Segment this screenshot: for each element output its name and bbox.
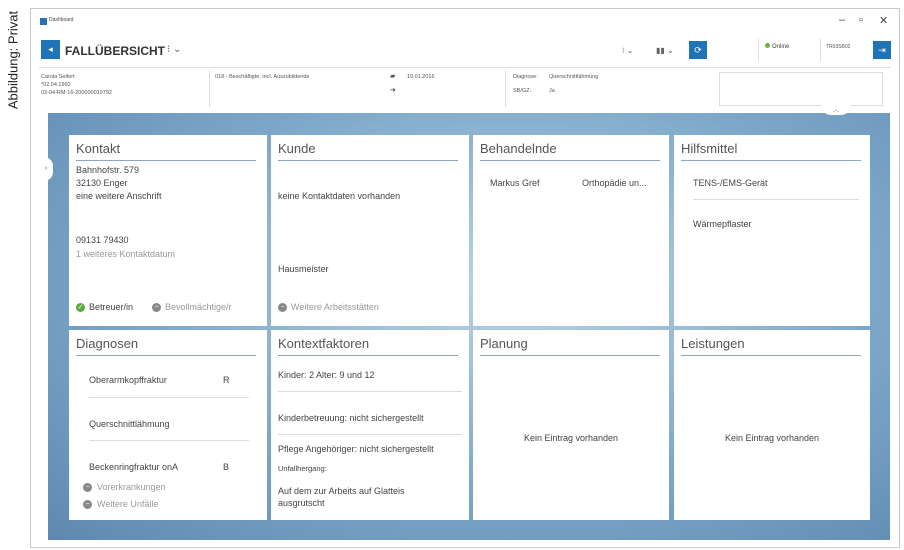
more-accidents-link[interactable]: Weitere Unfälle xyxy=(97,499,158,509)
accident-label: Unfallhergang: xyxy=(278,464,327,473)
patient-header: Carola Seifert *02.04.1992 03-04-RM-16-2… xyxy=(39,69,891,111)
minimize-icon[interactable]: – xyxy=(839,14,845,26)
care-info: Pflege Angehöriger: nicht sichergestellt xyxy=(278,444,434,454)
empty-state-text: Kein Eintrag vorhanden xyxy=(724,433,820,443)
minus-icon: − xyxy=(83,500,92,509)
doctor-name[interactable]: Markus Gref xyxy=(490,178,540,188)
toolbar: ◂ FALLÜBERSICHT ⁝ ⌄ ⁝ ⌄ ▮▮ ⌄ ⟳ Online TR… xyxy=(39,37,891,68)
online-dot-icon xyxy=(765,43,770,48)
app-icon xyxy=(40,18,47,25)
divider xyxy=(209,71,210,107)
divider xyxy=(76,160,256,161)
case-id: 03-04-RM-16-200000019792 xyxy=(41,90,112,96)
card-diagnosen[interactable]: Diagnosen Oberarmkopffraktur R Querschni… xyxy=(69,330,267,520)
minus-icon: − xyxy=(278,303,287,312)
card-title: Hilfsmittel xyxy=(681,141,738,156)
diagnosis-item: Beckenringfraktur onA xyxy=(89,462,179,472)
card-hilfsmittel[interactable]: Hilfsmittel TENS-/EMS-Gerät Wärmepflaste… xyxy=(674,135,870,326)
page-title: FALLÜBERSICHT xyxy=(65,44,165,58)
divider xyxy=(278,434,462,435)
betreuer-link[interactable]: Betreuer/in xyxy=(89,302,133,312)
divider xyxy=(89,397,249,398)
card-planung[interactable]: Planung Kein Eintrag vorhanden xyxy=(473,330,669,520)
list-item: TENS-/EMS-Gerät xyxy=(693,178,768,188)
back-button[interactable]: ◂ xyxy=(41,40,60,59)
more-contacts-link[interactable]: 1 weiteres Kontaktdatum xyxy=(76,249,175,259)
employment-status: 018 - Beschäftigte, incl. Auszubildende xyxy=(215,74,310,80)
sbv-value: Ja xyxy=(549,88,555,94)
divider xyxy=(278,391,462,392)
address-city: 32130 Enger xyxy=(76,178,128,188)
divider xyxy=(278,160,458,161)
library-menu-icon[interactable]: ▮▮ ⌄ xyxy=(656,46,674,55)
more-addresses-link[interactable]: eine weitere Anschrift xyxy=(76,191,162,201)
accident-text: Auf dem zur Arbeits auf Glatteis xyxy=(278,486,405,496)
divider xyxy=(480,160,660,161)
divider xyxy=(681,355,861,356)
divider xyxy=(681,160,861,161)
minus-icon: − xyxy=(152,303,161,312)
card-kontextfaktoren[interactable]: Kontextfaktoren Kinder: 2 Alter: 9 und 1… xyxy=(271,330,469,520)
patient-info: Carola Seifert *02.04.1992 03-04-RM-16-2… xyxy=(41,73,112,97)
card-title: Kunde xyxy=(278,141,316,156)
diagnosis-label: Diagnose: SB/GZ: xyxy=(513,74,538,94)
card-title: Planung xyxy=(480,336,528,351)
list-item: Wärmepflaster xyxy=(693,219,752,229)
photo-credit: Abbildung: Privat xyxy=(5,10,21,110)
patient-name: Carola Seifert xyxy=(41,74,75,80)
card-leistungen[interactable]: Leistungen Kein Eintrag vorhanden xyxy=(674,330,870,520)
more-workplaces-link[interactable]: Weitere Arbeitsstätten xyxy=(291,302,379,312)
logout-button[interactable]: ⇥ xyxy=(873,41,891,59)
more-menu-icon[interactable]: ⁝ ⌄ xyxy=(622,46,633,55)
minus-icon: − xyxy=(83,483,92,492)
diagnosis-side: R xyxy=(223,375,230,385)
no-contact-text: keine Kontaktdaten vorhanden xyxy=(278,191,401,201)
card-kunde[interactable]: Kunde keine Kontaktdaten vorhanden Hausm… xyxy=(271,135,469,326)
check-icon: ✓ xyxy=(76,303,85,312)
card-title: Leistungen xyxy=(681,336,745,351)
close-icon[interactable]: ✕ xyxy=(879,14,888,27)
empty-state-text: Kein Eintrag vorhanden xyxy=(523,433,619,443)
doctor-specialty: Orthopädie un... xyxy=(582,178,647,188)
card-title: Kontextfaktoren xyxy=(278,336,370,351)
divider xyxy=(76,355,256,356)
dashboard-area: Kontakt Bahnhofstr. 579 32130 Enger eine… xyxy=(48,113,890,540)
diagnosis-side: B xyxy=(223,462,230,472)
diagnosis-item: Querschnittlähmung xyxy=(89,419,170,429)
maximize-icon[interactable]: ▫ xyxy=(859,14,863,26)
children-info: Kinder: 2 Alter: 9 und 12 xyxy=(278,370,375,380)
title-bar: Dashboard – ▫ ✕ xyxy=(31,9,899,37)
accident-text: ausgrutscht xyxy=(278,498,325,508)
address-street: Bahnhofstr. 579 xyxy=(76,165,140,175)
accident-arrow-icon: ➜ xyxy=(390,87,396,94)
sbv-label: SB/GZ: xyxy=(513,88,532,94)
diagnosis-item: Oberarmkopffraktur xyxy=(89,375,167,385)
app-name: Dashboard xyxy=(49,17,74,23)
job-title: Hausmeister xyxy=(278,264,329,274)
user-id: TR03SB02 xyxy=(820,39,865,61)
divider xyxy=(480,355,660,356)
sync-button[interactable]: ⟳ xyxy=(689,41,707,59)
notes-field[interactable] xyxy=(719,72,883,106)
childcare-info: Kinderbetreuung: nicht sichergestellt xyxy=(278,413,424,423)
divider xyxy=(89,440,249,441)
divider xyxy=(693,199,859,200)
online-status: Online xyxy=(758,39,814,61)
divider xyxy=(505,71,506,107)
patient-birthdate: *02.04.1992 xyxy=(41,82,71,88)
card-kontakt[interactable]: Kontakt Bahnhofstr. 579 32130 Enger eine… xyxy=(69,135,267,326)
app-window: Dashboard – ▫ ✕ ◂ FALLÜBERSICHT ⁝ ⌄ ⁝ ⌄ … xyxy=(30,8,900,548)
divider xyxy=(278,355,458,356)
bevollmaechtigte-link[interactable]: Bevollmächtige/r xyxy=(165,302,232,312)
calendar-icon: ▰ xyxy=(390,73,396,80)
title-menu-icon[interactable]: ⁝ ⌄ xyxy=(167,44,181,55)
card-behandelnde[interactable]: Behandelnde Markus Gref Orthopädie un... xyxy=(473,135,669,326)
card-title: Behandelnde xyxy=(480,141,557,156)
case-date: 19.01.2016 xyxy=(407,74,435,80)
card-title: Diagnosen xyxy=(76,336,139,351)
card-title: Kontakt xyxy=(76,141,121,156)
phone-number: 09131 79430 xyxy=(76,235,129,245)
previous-illnesses-link[interactable]: Vorerkrankungen xyxy=(97,482,166,492)
diagnosis-value: Querschnittlähmung Ja xyxy=(549,74,599,94)
